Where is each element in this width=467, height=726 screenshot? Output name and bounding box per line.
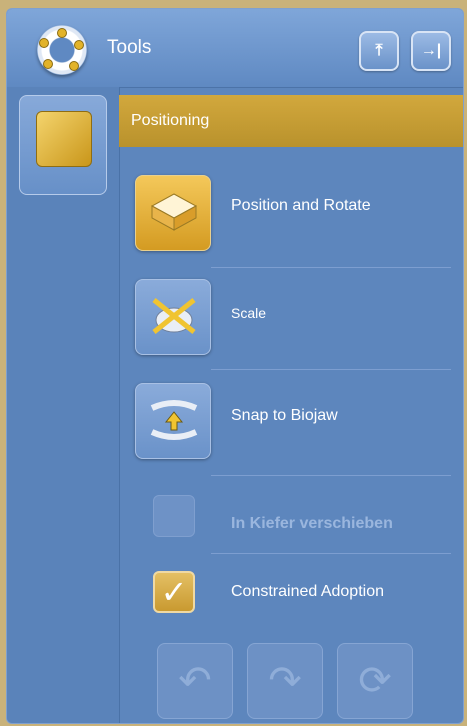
position-rotate-icon <box>150 193 198 231</box>
divider <box>211 475 451 476</box>
reset-icon: ⟳ <box>358 659 392 703</box>
section-title: Positioning <box>131 112 210 129</box>
checkmark-icon: ✓ <box>160 574 188 610</box>
divider <box>211 553 451 554</box>
section-header: Positioning <box>119 95 463 147</box>
scale-icon <box>152 298 196 334</box>
tool-list: Position and Rotate Scale Snap to Biojaw… <box>119 147 463 723</box>
undo-icon: ↶ <box>178 659 212 703</box>
app-logo-icon <box>37 25 87 75</box>
tool-label-position-rotate: Position and Rotate <box>231 197 371 214</box>
position-rotate-button[interactable] <box>135 175 211 251</box>
tools-panel: Tools ⤒ →| Positioning Position and Rota… <box>6 8 464 724</box>
arrow-up-bar-icon: ⤒ <box>375 42 383 59</box>
constrained-adoption-label: Constrained Adoption <box>231 583 384 600</box>
sidebar <box>7 87 120 723</box>
tool-label-snap-biojaw: Snap to Biojaw <box>231 407 338 424</box>
panel-title: Tools <box>107 37 152 58</box>
undo-button[interactable]: ↶ <box>157 643 233 719</box>
arrow-right-bar-icon: →| <box>420 42 442 59</box>
constrained-adoption-checkbox[interactable]: ✓ <box>153 571 195 613</box>
in-kiefer-verschieben-label: In Kiefer verschieben <box>231 515 393 532</box>
in-kiefer-verschieben-checkbox[interactable] <box>153 495 195 537</box>
snap-biojaw-button[interactable] <box>135 383 211 459</box>
reset-button[interactable]: ⟳ <box>337 643 413 719</box>
panel-header: Tools ⤒ →| <box>7 9 463 88</box>
divider <box>211 369 451 370</box>
redo-icon: ↷ <box>268 659 302 703</box>
dock-right-button[interactable]: →| <box>411 31 451 71</box>
collapse-up-button[interactable]: ⤒ <box>359 31 399 71</box>
sidebar-item-positioning[interactable] <box>19 95 107 195</box>
redo-button[interactable]: ↷ <box>247 643 323 719</box>
tool-label-scale: Scale <box>231 305 267 321</box>
scale-button[interactable] <box>135 279 211 355</box>
snap-biojaw-icon <box>150 400 198 440</box>
divider <box>211 267 451 268</box>
positioning-icon <box>36 111 92 167</box>
